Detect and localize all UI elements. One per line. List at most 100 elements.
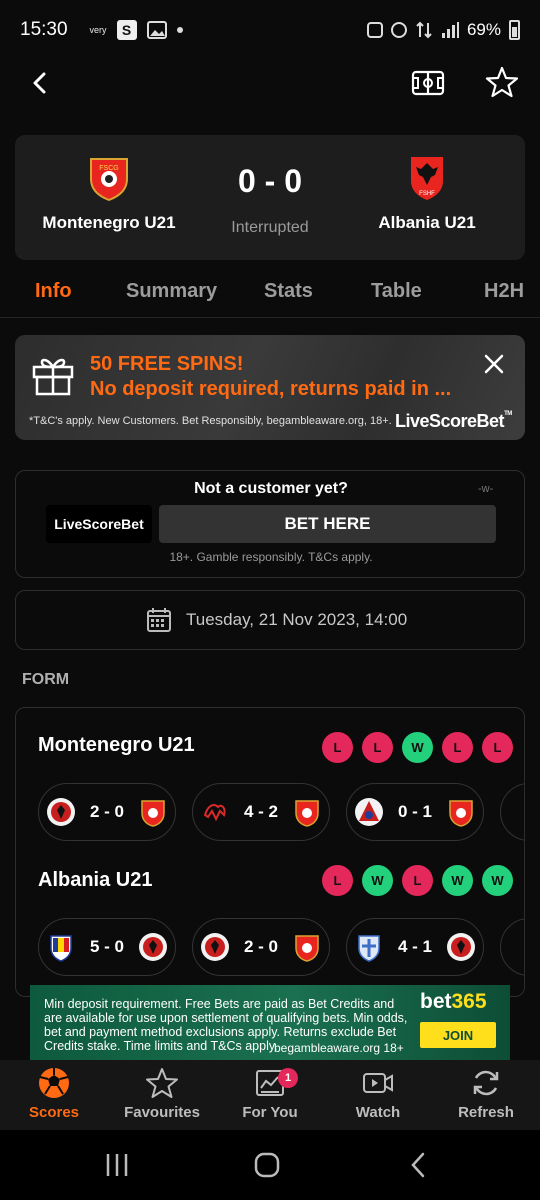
tab-h2h[interactable]: H2H (484, 280, 524, 303)
bet365-ad-banner[interactable]: Min deposit requirement. Free Bets are p… (30, 985, 510, 1060)
alarm-icon (366, 22, 383, 38)
match-score: 0 - 0 (237, 163, 303, 199)
form-badge: W (482, 865, 513, 896)
home-icon[interactable] (250, 1148, 284, 1182)
form-result-score: 4 - 1 (397, 937, 433, 956)
montenegro-crest-icon (295, 800, 319, 827)
nav-label: For You (242, 1104, 298, 1121)
recent-apps-icon[interactable] (100, 1148, 134, 1182)
refresh-icon (473, 1070, 499, 1096)
promo-brand-tm: TM (504, 411, 512, 417)
promo-banner[interactable]: 50 FREE SPINS! No deposit required, retu… (15, 335, 525, 440)
gallery-icon (146, 21, 167, 39)
notification-dot (176, 27, 183, 33)
gift-icon (32, 358, 74, 396)
form-result-pill[interactable]: 5 - 0 (38, 918, 176, 976)
nav-for-you[interactable]: 1 For You (216, 1066, 324, 1121)
s-app-icon: S (116, 20, 137, 40)
albania-crest-icon: FSHF (411, 157, 443, 200)
form-result-pill-partial[interactable] (500, 783, 524, 841)
form-badges: L W L W W (322, 865, 513, 896)
form-badge: L (402, 865, 433, 896)
tab-table[interactable]: Table (371, 280, 422, 303)
form-result-score: 5 - 0 (89, 937, 125, 956)
form-badge: L (482, 732, 513, 763)
form-badge: L (322, 865, 353, 896)
montenegro-crest-icon (295, 935, 319, 962)
livescorebet-logo-small: LiveScoreBet (46, 505, 152, 543)
form-results-row: 2 - 0 4 - 2 0 - 1 (38, 783, 524, 841)
montenegro-crest-icon: FSCG (90, 158, 128, 201)
form-badge: L (362, 732, 393, 763)
away-crest-text: FSHF (419, 191, 435, 197)
livescorebet-logo: LiveScoreBetTM (395, 411, 512, 432)
montenegro-crest-icon (141, 800, 165, 827)
bet-here-button[interactable]: BET HERE (159, 505, 496, 543)
soccer-ball-icon (39, 1068, 69, 1098)
nav-label: Watch (355, 1104, 401, 1121)
favourite-star-icon[interactable] (484, 64, 520, 100)
form-result-pill[interactable]: 2 - 0 (192, 918, 330, 976)
ad-brand-b: 365 (451, 990, 487, 1013)
nav-refresh[interactable]: Refresh (432, 1066, 540, 1121)
match-status: Interrupted (231, 219, 309, 236)
away-team[interactable]: FSHF Albania U21 (337, 153, 517, 233)
form-section-label: FORM (22, 671, 70, 688)
nav-label: Favourites (124, 1104, 200, 1121)
battery-percent: 69% (466, 20, 501, 39)
ad-brand-a: bet (420, 990, 452, 1013)
form-badge: W (362, 865, 393, 896)
form-badge: L (322, 732, 353, 763)
form-badges: L L W L L (322, 732, 513, 763)
customer-cta-box: Not a customer yet? -w- LiveScoreBet BET… (15, 470, 525, 578)
status-time: 15:30 (20, 19, 68, 40)
opponent-crest-icon (355, 798, 383, 826)
calendar-icon (147, 608, 171, 632)
system-back-icon[interactable] (402, 1148, 436, 1182)
bottom-nav: Scores Favourites 1 For You Watch Refres… (0, 1060, 540, 1130)
form-result-score: 2 - 0 (243, 937, 279, 956)
albania-crest-icon (447, 933, 475, 961)
form-result-pill[interactable]: 2 - 0 (38, 783, 176, 841)
home-team-name: Montenegro U21 (42, 213, 176, 232)
nav-watch[interactable]: Watch (324, 1066, 432, 1121)
form-badge: W (402, 732, 433, 763)
customer-fine-print: 18+. Gamble responsibly. T&Cs apply. (169, 550, 373, 564)
battery-icon (509, 20, 520, 40)
tab-info[interactable]: Info (35, 280, 72, 303)
promo-title: 50 FREE SPINS! (90, 353, 244, 375)
ad-join-button[interactable]: JOIN (420, 1022, 496, 1048)
customer-title: Not a customer yet? (194, 480, 348, 497)
nav-scores[interactable]: Scores (0, 1066, 108, 1121)
nav-favourites[interactable]: Favourites (108, 1066, 216, 1121)
opponent-crest-icon (358, 935, 380, 962)
nav-label: Scores (28, 1104, 80, 1121)
nav-label: Refresh (458, 1104, 514, 1121)
back-arrow-icon[interactable] (24, 66, 58, 100)
match-header-card: FSCG Montenegro U21 0 - 0 Interrupted FS… (15, 135, 525, 260)
opponent-crest-icon (203, 804, 226, 822)
tab-summary[interactable]: Summary (126, 280, 217, 303)
top-nav (0, 60, 540, 106)
form-badge: L (442, 732, 473, 763)
montenegro-crest-icon (449, 800, 473, 827)
form-result-pill-partial[interactable] (500, 918, 524, 976)
status-bar: 15:30 very S 69% (0, 0, 540, 60)
video-icon (363, 1073, 393, 1093)
form-result-pill[interactable]: 0 - 1 (346, 783, 484, 841)
bet365-logo: bet365 (420, 990, 487, 1014)
customer-tag: -w- (478, 483, 494, 495)
pitch-icon[interactable] (410, 66, 446, 100)
tab-stats[interactable]: Stats (264, 280, 313, 303)
home-team[interactable]: FSCG Montenegro U21 (19, 153, 199, 233)
form-team-name: Montenegro U21 (38, 734, 195, 756)
opponent-crest-icon (47, 798, 75, 826)
star-icon (146, 1068, 178, 1098)
notification-badge: 1 (278, 1068, 298, 1088)
form-result-pill[interactable]: 4 - 1 (346, 918, 484, 976)
close-icon[interactable] (483, 353, 505, 375)
kickoff-date-box: Tuesday, 21 Nov 2023, 14:00 (15, 590, 525, 650)
form-result-pill[interactable]: 4 - 2 (192, 783, 330, 841)
away-team-name: Albania U21 (378, 213, 476, 232)
albania-crest-icon (201, 933, 229, 961)
